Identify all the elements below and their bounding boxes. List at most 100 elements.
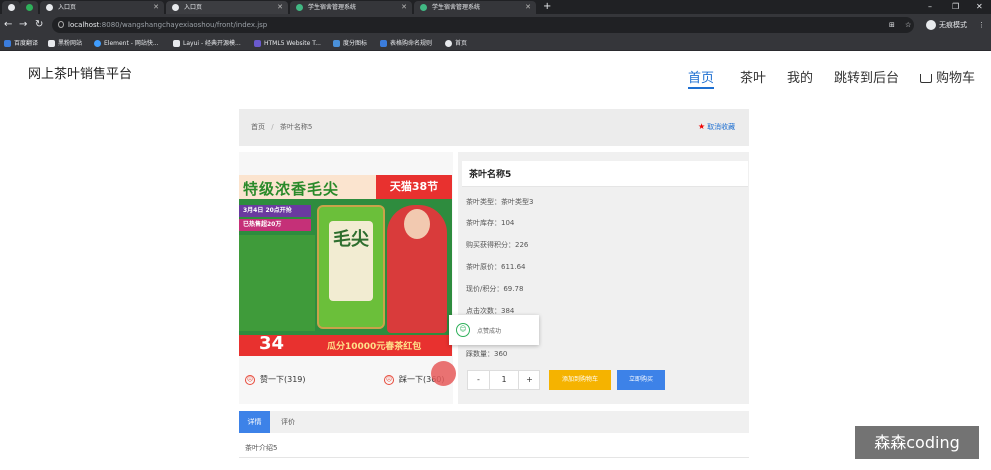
- tea-leaves-image: [239, 235, 315, 331]
- quantity-stepper[interactable]: - 1 +: [467, 370, 540, 390]
- attr-original-price: 茶叶原价：611.64: [466, 263, 526, 271]
- url-path: :8080/wangshangchayexiaoshou/front/index…: [99, 21, 268, 29]
- product-name: 茶叶名称5: [469, 170, 512, 180]
- tab-favicon-icon: [172, 4, 179, 11]
- back-icon[interactable]: ←: [4, 17, 12, 33]
- address-bar[interactable]: localhost:8080/wangshangchayexiaoshou/fr…: [52, 17, 914, 33]
- cart-icon: [920, 74, 932, 83]
- bookmark-item[interactable]: 表格购命名规则: [380, 36, 432, 51]
- cursor-highlight: [431, 361, 456, 386]
- add-to-cart-button[interactable]: 添加到购物车: [549, 370, 611, 390]
- sad-face-icon: ☹: [245, 374, 255, 385]
- promo-tag: 天猫38节: [376, 175, 452, 199]
- minimize-button[interactable]: –: [928, 0, 932, 14]
- close-window-button[interactable]: ✕: [976, 0, 983, 14]
- quantity-input[interactable]: 1: [490, 371, 518, 389]
- bookmark-item[interactable]: 黑粉网站: [48, 36, 82, 51]
- bookmark-item[interactable]: HTML5 Website T...: [254, 36, 321, 51]
- increment-button[interactable]: +: [518, 371, 540, 389]
- attr-stock: 茶叶库存：104: [466, 219, 515, 227]
- close-icon[interactable]: ✕: [525, 1, 531, 14]
- tab-favicon-icon: [8, 4, 15, 11]
- toast-notification: ☺ 点赞成功: [449, 315, 539, 345]
- vue-favicon-icon: [296, 4, 303, 11]
- can-label: 毛尖: [329, 221, 373, 301]
- nav-admin[interactable]: 跳转到后台: [834, 67, 899, 86]
- bookmark-star-icon[interactable]: ☆: [905, 17, 911, 33]
- attr-dislikes: 踩数量：360: [466, 350, 508, 358]
- bookmark-icon: [254, 40, 261, 47]
- breadcrumb-separator: /: [271, 123, 274, 131]
- watermark: 森森coding: [855, 426, 979, 459]
- tab-label: 学生宿舍管理系统: [432, 4, 481, 11]
- menu-icon[interactable]: ⋮: [978, 17, 985, 33]
- browser-tab[interactable]: 学生宿舍管理系统 ✕: [414, 1, 536, 14]
- nav-cart-label: 购物车: [936, 71, 976, 86]
- browser-tab[interactable]: [2, 1, 20, 14]
- like-label: 赞一下(319): [260, 375, 306, 384]
- incognito-icon: [926, 20, 936, 30]
- bookmark-icon: [380, 40, 387, 47]
- product-image: 特级浓香毛尖 天猫38节 3月4日 20点开抢 已热售超20万 毛尖 34 瓜分…: [239, 175, 452, 356]
- close-icon[interactable]: ✕: [153, 1, 159, 14]
- bookmark-item[interactable]: 首页: [445, 36, 467, 51]
- bookmark-item[interactable]: Element - 网站快...: [94, 36, 159, 51]
- promo-headline: 特级浓香毛尖: [243, 180, 340, 198]
- model-face: [404, 209, 430, 239]
- tab-details[interactable]: 详情: [239, 411, 270, 433]
- cancel-favorite-button[interactable]: ★ 取消收藏: [698, 122, 735, 132]
- incognito-label: 无痕模式: [939, 21, 967, 29]
- breadcrumb-current: 茶叶名称5: [279, 123, 313, 131]
- tab-label: 学生宿舍管理系统: [308, 4, 357, 11]
- bookmark-item[interactable]: 度分图标: [333, 36, 367, 51]
- browser-tab-active[interactable]: 入口页 ✕: [166, 1, 288, 14]
- bookmark-label: 首页: [455, 40, 468, 47]
- bookmark-icon: [333, 40, 340, 47]
- info-icon: [58, 21, 64, 28]
- attr-current-price: 现价/积分：69.78: [466, 285, 524, 293]
- bookmark-icon: [94, 40, 101, 47]
- close-icon[interactable]: ✕: [277, 1, 283, 14]
- toast-message: 点赞成功: [477, 328, 502, 335]
- tab-label: 入口页: [58, 4, 77, 11]
- promo-date: 3月4日 20点开抢: [239, 205, 311, 217]
- nav-mine[interactable]: 我的: [787, 67, 813, 86]
- forward-icon[interactable]: →: [19, 17, 27, 33]
- favorite-label: 取消收藏: [707, 123, 736, 131]
- url-host: localhost: [68, 21, 100, 29]
- bookmark-label: 表格购命名规则: [390, 40, 433, 47]
- sad-face-icon: ☹: [384, 374, 394, 385]
- translate-icon[interactable]: ⊞: [889, 17, 895, 33]
- bookmark-label: Layui - 经典开源模...: [183, 40, 241, 47]
- bookmark-icon: [173, 40, 180, 47]
- browser-tab[interactable]: [20, 1, 38, 14]
- browser-tab[interactable]: 入口页 ✕: [40, 1, 164, 14]
- nav-home[interactable]: 首页: [688, 67, 715, 89]
- tab-reviews[interactable]: 评价: [274, 411, 302, 433]
- new-tab-button[interactable]: +: [543, 0, 551, 14]
- breadcrumb-panel: [239, 109, 749, 146]
- tab-label: 入口页: [184, 4, 203, 11]
- bookmark-label: Element - 网站快...: [104, 40, 159, 47]
- product-description: 茶叶介绍5: [245, 444, 278, 452]
- decrement-button[interactable]: -: [468, 371, 490, 389]
- browser-tab[interactable]: 学生宿舍管理系统 ✕: [290, 1, 412, 14]
- like-button[interactable]: ☹ 赞一下(319): [245, 374, 306, 386]
- promo-sold: 已热售超20万: [239, 219, 311, 231]
- breadcrumb-home[interactable]: 首页: [251, 123, 265, 131]
- incognito-indicator[interactable]: 无痕模式: [926, 17, 967, 33]
- attr-type: 茶叶类型：茶叶类型3: [466, 198, 534, 206]
- maximize-button[interactable]: ❐: [952, 0, 959, 14]
- bookmark-label: HTML5 Website T...: [264, 40, 321, 47]
- star-icon: ★: [698, 122, 706, 131]
- details-tab-bar: [239, 411, 749, 433]
- reload-icon[interactable]: ↻: [35, 17, 43, 33]
- close-icon[interactable]: ✕: [401, 1, 407, 14]
- vue-favicon-icon: [420, 4, 427, 11]
- bookmark-item[interactable]: 百度翻译: [4, 36, 38, 51]
- nav-cart[interactable]: 购物车: [920, 67, 975, 86]
- buy-now-button[interactable]: 立即购买: [617, 370, 665, 390]
- nav-tea[interactable]: 茶叶: [740, 67, 766, 86]
- bookmark-item[interactable]: Layui - 经典开源模...: [173, 36, 241, 51]
- smile-icon: ☺: [456, 323, 470, 337]
